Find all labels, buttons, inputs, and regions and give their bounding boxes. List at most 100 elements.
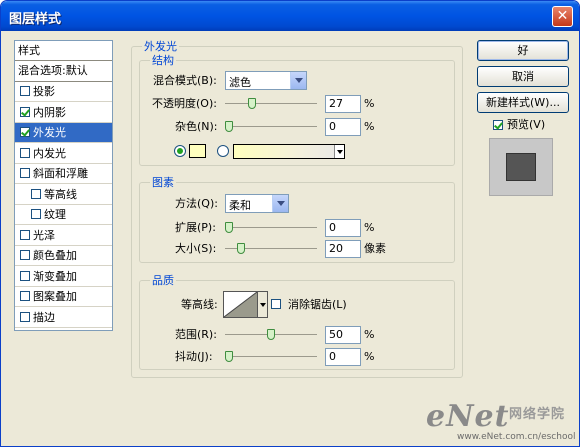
technique-label: 方法(Q): <box>175 197 218 210</box>
noise-unit: % <box>364 120 375 133</box>
style-item-label: 光泽 <box>33 228 55 242</box>
slider-thumb[interactable] <box>225 222 233 233</box>
style-checkbox[interactable] <box>20 127 30 137</box>
ok-button[interactable]: 好 <box>477 40 569 61</box>
style-checkbox[interactable] <box>20 311 30 322</box>
preview-label[interactable]: 预览(V) <box>507 118 545 132</box>
slider-thumb[interactable] <box>237 243 245 254</box>
style-checkbox[interactable] <box>31 188 41 199</box>
styles-header[interactable]: 样式 <box>15 41 112 61</box>
opacity-slider[interactable] <box>225 97 317 111</box>
slider-thumb[interactable] <box>267 329 275 340</box>
style-item[interactable]: 渐变叠加 <box>15 267 112 287</box>
slider-thumb[interactable] <box>225 351 233 362</box>
style-item-label: 颜色叠加 <box>33 249 77 262</box>
contour-picker[interactable] <box>223 291 258 318</box>
jitter-input[interactable]: 0 <box>325 348 361 366</box>
size-slider[interactable] <box>225 242 317 256</box>
style-item-label: 图案叠加 <box>33 290 77 303</box>
style-checkbox[interactable] <box>20 291 30 301</box>
style-item-label: 内阴影 <box>33 105 66 119</box>
style-item[interactable]: 斜面和浮雕 <box>15 164 112 184</box>
style-item[interactable]: 内发光 <box>15 144 112 164</box>
noise-slider[interactable] <box>225 120 317 134</box>
style-checkbox[interactable] <box>20 106 30 117</box>
chevron-down-icon <box>290 72 306 89</box>
style-item[interactable]: 内阴影 <box>15 103 112 123</box>
opacity-input[interactable]: 27 <box>325 95 361 113</box>
size-input[interactable]: 20 <box>325 240 361 258</box>
style-item-label: 描边 <box>33 310 55 324</box>
range-slider[interactable] <box>225 328 317 342</box>
opacity-unit: % <box>364 97 375 110</box>
range-unit: % <box>364 328 375 341</box>
contour-label: 等高线: <box>181 298 218 311</box>
style-item-label: 投影 <box>33 85 55 98</box>
noise-input[interactable]: 0 <box>325 118 361 136</box>
outer-glow-title: 外发光 <box>142 40 179 53</box>
blend-mode-label: 混合模式(B): <box>153 74 217 87</box>
technique-value: 柔和 <box>229 199 251 212</box>
style-item[interactable]: 颜色叠加 <box>15 246 112 266</box>
style-preview <box>489 138 553 196</box>
glow-gradient-picker[interactable] <box>233 144 345 159</box>
technique-select[interactable]: 柔和 <box>225 194 289 213</box>
chevron-down-icon[interactable] <box>258 291 268 318</box>
jitter-slider[interactable] <box>225 350 317 364</box>
close-button[interactable]: ✕ <box>552 6 573 27</box>
style-item[interactable]: 光泽 <box>15 226 112 246</box>
style-item[interactable]: 描边 <box>15 308 112 328</box>
style-checkbox[interactable] <box>20 229 30 240</box>
anti-alias-checkbox[interactable] <box>271 299 281 309</box>
spread-slider[interactable] <box>225 221 317 235</box>
elements-title: 图素 <box>150 176 176 189</box>
gradient-radio[interactable] <box>217 145 229 157</box>
slider-track <box>225 227 317 228</box>
style-checkbox[interactable] <box>20 86 30 96</box>
style-checkbox[interactable] <box>20 147 30 158</box>
quality-title: 品质 <box>150 274 176 287</box>
size-label: 大小(S): <box>175 242 217 255</box>
slider-track <box>225 126 317 127</box>
slider-track <box>225 356 317 357</box>
anti-alias-label[interactable]: 消除锯齿(L) <box>288 298 347 312</box>
glow-color-swatch[interactable] <box>189 144 206 158</box>
style-item[interactable]: 等高线 <box>15 185 112 205</box>
style-checkbox[interactable] <box>20 250 30 260</box>
title-bar[interactable]: 图层样式 ✕ <box>1 1 579 31</box>
style-checkbox[interactable] <box>20 270 30 281</box>
range-input[interactable]: 50 <box>325 326 361 344</box>
new-style-button[interactable]: 新建样式(W)... <box>477 92 569 113</box>
spread-input[interactable]: 0 <box>325 219 361 237</box>
blend-mode-select[interactable]: 滤色 <box>225 71 307 90</box>
style-item[interactable]: 外发光 <box>15 123 112 143</box>
structure-title: 结构 <box>150 54 176 67</box>
window-title: 图层样式 <box>9 12 62 27</box>
jitter-unit: % <box>364 350 375 363</box>
cancel-button[interactable]: 取消 <box>477 66 569 87</box>
blending-options-item[interactable]: 混合选项:默认 <box>15 61 112 82</box>
slider-track <box>225 103 317 104</box>
spread-label: 扩展(P): <box>175 221 216 234</box>
chevron-down-icon <box>272 195 288 212</box>
style-item[interactable]: 纹理 <box>15 205 112 225</box>
enet-watermark-sub: 网络学院 <box>509 407 566 422</box>
style-checkbox[interactable] <box>31 209 41 219</box>
style-item-label: 渐变叠加 <box>33 269 77 283</box>
solid-color-radio[interactable] <box>174 145 186 157</box>
contour-curve-icon <box>224 292 257 317</box>
blend-mode-value: 滤色 <box>229 76 251 89</box>
chevron-down-icon[interactable] <box>334 145 344 158</box>
slider-thumb[interactable] <box>225 121 233 132</box>
style-checkbox[interactable] <box>20 168 30 178</box>
style-item-label: 纹理 <box>44 208 66 221</box>
style-item[interactable]: 图案叠加 <box>15 287 112 307</box>
layer-style-dialog: 图层样式 ✕ 样式 混合选项:默认 投影 内阴影 外发光 内发光 斜面和浮雕 等高线 纹理光… <box>0 0 580 447</box>
enet-watermark-url: www.eNet.com.cn/eschool <box>457 432 576 442</box>
slider-thumb[interactable] <box>248 98 256 109</box>
preview-checkbox[interactable] <box>493 120 503 130</box>
style-item-label: 内发光 <box>33 146 66 160</box>
style-item-label: 等高线 <box>44 187 77 201</box>
size-unit: 像素 <box>364 242 386 255</box>
style-item[interactable]: 投影 <box>15 82 112 102</box>
